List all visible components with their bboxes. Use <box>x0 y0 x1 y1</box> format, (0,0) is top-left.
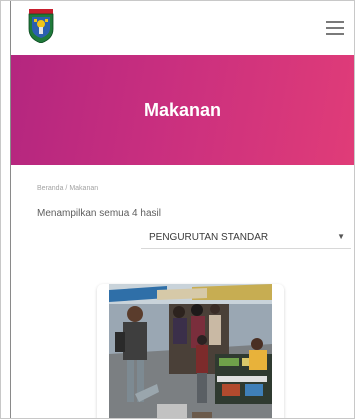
breadcrumb-home-link[interactable]: Beranda <box>37 185 63 192</box>
page-title: Makanan <box>143 99 222 120</box>
breadcrumb: Beranda / Makanan <box>37 185 98 192</box>
caret-down-icon: ▼ <box>337 232 345 241</box>
breadcrumb-current: Makanan <box>69 185 99 192</box>
result-count-text: Menampilkan semua 4 hasil <box>37 208 161 219</box>
page: Makanan Beranda / Makanan Menampilkan se… <box>0 0 355 419</box>
product-card[interactable] <box>97 284 284 418</box>
sort-select[interactable]: PENGURUTAN STANDAR ▼ <box>141 228 351 249</box>
page-hero-banner: Makanan <box>11 55 354 165</box>
sort-selected-value: PENGURUTAN STANDAR <box>149 232 269 243</box>
hamburger-menu-icon[interactable] <box>326 21 344 35</box>
site-header <box>11 1 354 55</box>
regional-emblem-icon[interactable] <box>28 9 54 44</box>
street-food-market-photo <box>97 284 284 418</box>
